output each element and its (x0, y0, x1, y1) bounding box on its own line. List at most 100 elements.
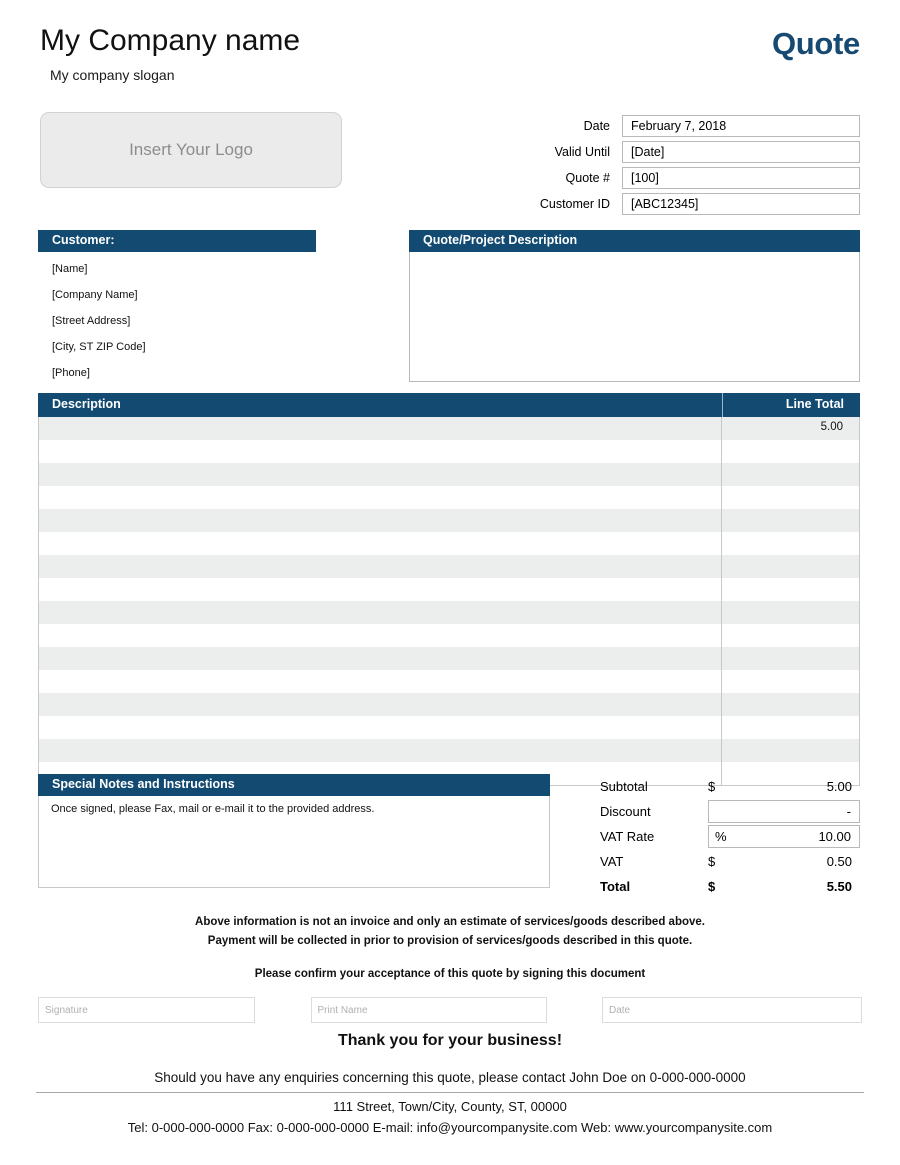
totals-value-subtotal: 5.00 (826, 779, 852, 794)
meta-label-date: Date (583, 119, 610, 133)
customer-line-city[interactable]: [City, ST ZIP Code] (38, 341, 316, 353)
signature-input[interactable]: Signature (38, 997, 255, 1023)
totals-row-vat-rate: VAT Rate % 10.00 (600, 824, 860, 849)
line-items-body: 5.00 (38, 417, 860, 786)
disclaimer-line-2: Payment will be collected in prior to pr… (207, 935, 693, 947)
logo-placeholder[interactable]: Insert Your Logo (40, 112, 342, 188)
customer-id-input[interactable]: [ABC12345] (622, 193, 860, 215)
quote-description-textarea[interactable] (409, 252, 860, 382)
quote-number-input[interactable]: [100] (622, 167, 860, 189)
cell-line-total[interactable] (722, 509, 859, 532)
discount-input[interactable]: - (708, 800, 860, 823)
totals-row-total: Total $ 5.50 (600, 874, 860, 899)
special-notes-heading: Special Notes and Instructions (38, 774, 550, 796)
cell-line-total[interactable] (722, 693, 859, 716)
footer-contact: Tel: 0-000-000-0000 Fax: 0-000-000-0000 … (127, 1120, 773, 1135)
customer-heading: Customer: (38, 230, 316, 252)
logo-placeholder-label: Insert Your Logo (129, 140, 253, 159)
document-title: Quote (771, 26, 860, 61)
cell-line-total[interactable] (722, 486, 859, 509)
cell-line-total[interactable] (722, 532, 859, 555)
table-row[interactable] (39, 624, 859, 647)
meta-row-date: Date February 7, 2018 (510, 115, 860, 137)
table-row[interactable] (39, 670, 859, 693)
meta-label-valid-until: Valid Until (554, 145, 610, 159)
special-notes-block: Special Notes and Instructions Once sign… (38, 774, 550, 888)
cell-line-total[interactable] (722, 440, 859, 463)
table-row[interactable] (39, 555, 859, 578)
totals-currency-subtotal: $ (708, 779, 716, 794)
document-header: My Company name My company slogan Quote (0, 0, 900, 100)
cell-description[interactable] (39, 716, 722, 739)
customer-line-phone[interactable]: [Phone] (38, 367, 316, 379)
cell-description[interactable] (39, 509, 722, 532)
totals-row-discount: Discount - (600, 799, 860, 824)
quote-description-heading: Quote/Project Description (409, 230, 860, 252)
cell-description[interactable] (39, 601, 722, 624)
cell-description[interactable] (39, 693, 722, 716)
meta-label-customer-id: Customer ID (539, 197, 610, 211)
table-row[interactable] (39, 739, 859, 762)
cell-line-total[interactable] (722, 670, 859, 693)
table-row[interactable] (39, 463, 859, 486)
customer-block: Customer: [Name] [Company Name] [Street … (38, 230, 316, 393)
quote-description-block: Quote/Project Description (409, 230, 860, 382)
cell-line-total[interactable] (722, 624, 859, 647)
cell-description[interactable] (39, 739, 722, 762)
special-notes-textarea[interactable]: Once signed, please Fax, mail or e-mail … (38, 796, 550, 888)
table-row[interactable] (39, 601, 859, 624)
special-notes-text: Once signed, please Fax, mail or e-mail … (51, 803, 375, 815)
customer-line-street[interactable]: [Street Address] (38, 315, 316, 327)
table-row[interactable] (39, 693, 859, 716)
cell-description[interactable] (39, 440, 722, 463)
table-row[interactable] (39, 716, 859, 739)
quote-meta-fields: Date February 7, 2018 Valid Until [Date]… (510, 115, 860, 219)
table-row[interactable] (39, 578, 859, 601)
print-name-input[interactable]: Print Name (310, 997, 547, 1023)
cell-description[interactable] (39, 486, 722, 509)
company-name: My Company name (40, 24, 301, 57)
cell-line-total[interactable] (722, 647, 859, 670)
signature-row: Signature Print Name Date (38, 997, 862, 1023)
table-row[interactable] (39, 509, 859, 532)
valid-until-input[interactable]: [Date] (622, 141, 860, 163)
cell-line-total[interactable] (722, 463, 859, 486)
cell-description[interactable] (39, 670, 722, 693)
meta-row-quote-number: Quote # [100] (510, 167, 860, 189)
cell-description[interactable] (39, 417, 722, 440)
enquiries-message: Should you have any enquiries concerning… (154, 1070, 746, 1085)
table-row[interactable] (39, 486, 859, 509)
totals-label-discount: Discount (600, 804, 651, 819)
table-row[interactable] (39, 440, 859, 463)
signature-date-input[interactable]: Date (602, 997, 862, 1023)
cell-description[interactable] (39, 532, 722, 555)
totals-label-total: Total (600, 879, 631, 894)
totals-label-subtotal: Subtotal (600, 779, 648, 794)
cell-description[interactable] (39, 647, 722, 670)
cell-line-total[interactable] (722, 716, 859, 739)
totals-currency-discount (709, 801, 737, 822)
meta-row-valid-until: Valid Until [Date] (510, 141, 860, 163)
disclaimer-line-1: Above information is not an invoice and … (195, 916, 705, 928)
customer-line-name[interactable]: [Name] (38, 263, 316, 275)
confirm-acceptance-text: Please confirm your acceptance of this q… (254, 968, 646, 980)
table-row[interactable] (39, 647, 859, 670)
date-input[interactable]: February 7, 2018 (622, 115, 860, 137)
cell-description[interactable] (39, 463, 722, 486)
totals-row-subtotal: Subtotal $ 5.00 (600, 774, 860, 799)
table-row[interactable]: 5.00 (39, 417, 859, 440)
totals-currency-total: $ (708, 879, 716, 894)
cell-line-total[interactable] (722, 739, 859, 762)
cell-description[interactable] (39, 578, 722, 601)
cell-line-total[interactable] (722, 578, 859, 601)
cell-line-total[interactable] (722, 555, 859, 578)
vat-rate-input[interactable]: % 10.00 (708, 825, 860, 848)
cell-line-total[interactable] (722, 601, 859, 624)
cell-line-total[interactable]: 5.00 (722, 417, 859, 440)
table-row[interactable] (39, 532, 859, 555)
customer-line-company[interactable]: [Company Name] (38, 289, 316, 301)
customer-address-lines: [Name] [Company Name] [Street Address] [… (38, 252, 316, 379)
thank-you-message: Thank you for your business! (337, 1032, 563, 1049)
cell-description[interactable] (39, 624, 722, 647)
cell-description[interactable] (39, 555, 722, 578)
